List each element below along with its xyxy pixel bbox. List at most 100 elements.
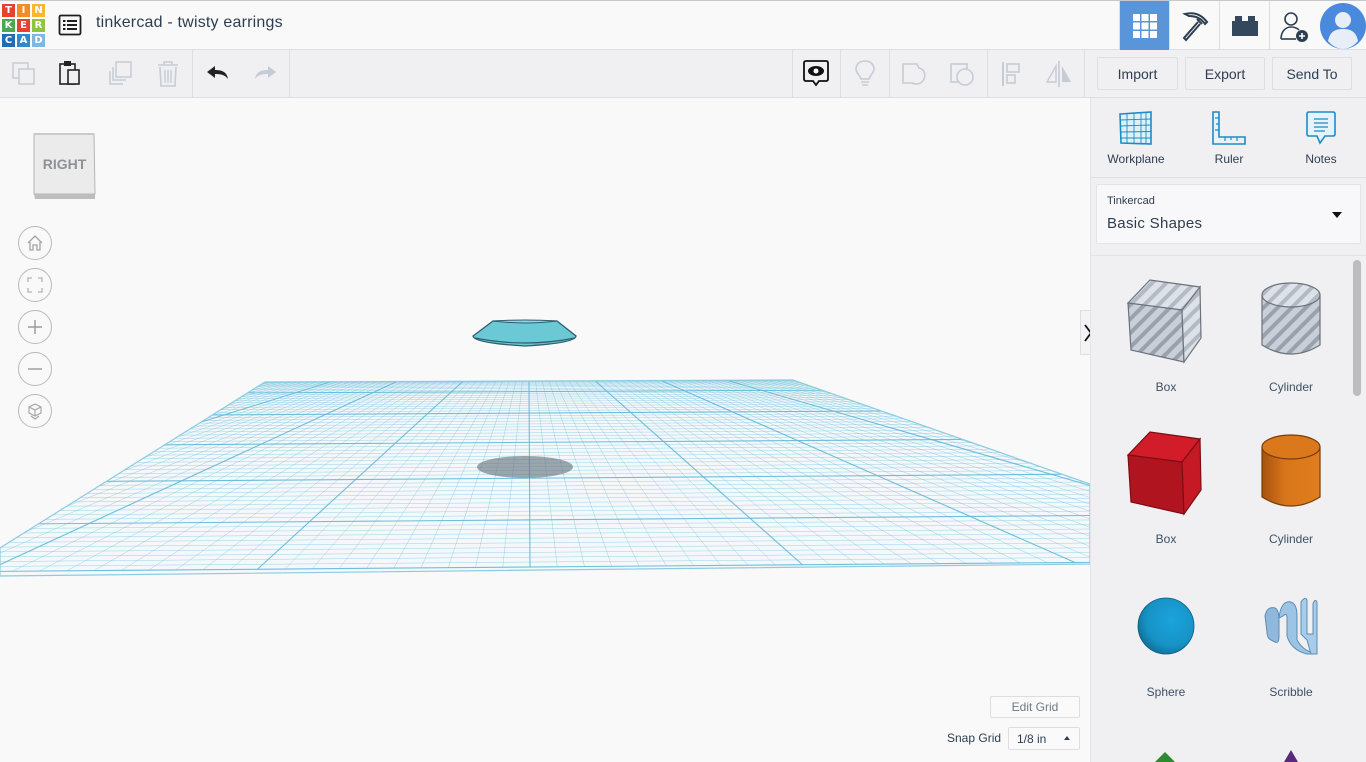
fit-view-button[interactable]: [18, 268, 52, 302]
edit-grid-button[interactable]: Edit Grid: [990, 696, 1080, 718]
shape-label: Sphere: [1146, 685, 1186, 699]
view-cube[interactable]: RIGHT: [32, 132, 97, 200]
bricks-view-button[interactable]: [1219, 1, 1269, 50]
grid-icon: [1132, 13, 1157, 38]
logo-letter: R: [31, 18, 46, 33]
shape-box[interactable]: Box: [1111, 408, 1221, 548]
delete-button[interactable]: [144, 50, 192, 97]
workplane-canvas[interactable]: RIGHT Edit Grid Snap Grid 1/8 in: [0, 98, 1090, 762]
user-add-icon: [1279, 11, 1308, 42]
logo-letter: D: [31, 33, 46, 48]
import-button[interactable]: Import: [1097, 57, 1178, 90]
snap-grid-value: 1/8 in: [1017, 731, 1047, 746]
workplane-grid[interactable]: [0, 98, 1090, 762]
ruler-tool[interactable]: Ruler: [1189, 110, 1269, 174]
mirror-button[interactable]: [1035, 50, 1083, 97]
redo-button[interactable]: [241, 50, 289, 97]
toolbar-divider: [1084, 50, 1085, 97]
shape-cylinder[interactable]: Cylinder: [1236, 408, 1346, 548]
redo-icon: [255, 65, 276, 79]
workplane-tool[interactable]: Workplane: [1096, 110, 1176, 174]
ruler-label: Ruler: [1214, 152, 1244, 166]
home-view-button[interactable]: [18, 226, 52, 260]
twisty-earring-object[interactable]: [472, 319, 577, 347]
box-hole-icon: [1126, 279, 1202, 364]
logo-letter: K: [1, 18, 16, 33]
3d-design-view-button[interactable]: [1119, 1, 1169, 50]
ungroup-icon: [950, 62, 974, 86]
scribble-icon: [1264, 597, 1318, 655]
object-shadow: [477, 456, 573, 478]
shape-label: Cylinder: [1268, 380, 1313, 394]
shapes-panel: Workplane Ruler Notes Tinkercad Basic Sh…: [1090, 98, 1366, 762]
perspective-toggle-button[interactable]: [18, 394, 52, 428]
list-icon: [58, 14, 82, 36]
shape-cylinder-hole[interactable]: Cylinder: [1236, 256, 1346, 396]
library-value: Basic Shapes: [1107, 215, 1203, 232]
perspective-icon: [28, 403, 42, 420]
design-menu-button[interactable]: [58, 13, 82, 37]
shapes-grid: Box Cylinder Box Cylinder Sphere Scribbl…: [1091, 255, 1366, 762]
invite-user-button[interactable]: [1269, 1, 1319, 50]
eye-bubble-icon: [803, 59, 829, 86]
undo-button[interactable]: [194, 50, 242, 97]
cylinder-hole-icon: [1261, 282, 1321, 355]
avatar-icon: [1319, 2, 1366, 49]
copy-icon: [12, 61, 35, 85]
shape-sphere[interactable]: Sphere: [1111, 561, 1221, 701]
cylinder-icon: [1261, 434, 1321, 507]
shape-box-hole[interactable]: Box: [1111, 256, 1221, 396]
shape-roof-peek[interactable]: [1155, 752, 1175, 762]
paste-button[interactable]: [46, 50, 94, 97]
shape-library-select[interactable]: Tinkercad Basic Shapes: [1096, 184, 1361, 244]
ungroup-button[interactable]: [938, 50, 986, 97]
zoom-in-icon: [28, 320, 42, 334]
align-button[interactable]: [988, 50, 1036, 97]
ruler-icon: [1212, 111, 1246, 145]
sphere-icon: [1137, 597, 1195, 655]
panel-tools: Workplane Ruler Notes: [1091, 98, 1366, 178]
home-icon: [27, 235, 43, 251]
pickaxe-icon: [1181, 11, 1208, 41]
tinkercad-logo[interactable]: TINKERCAD: [1, 3, 46, 48]
export-button[interactable]: Export: [1185, 57, 1265, 90]
workplane-icon: [1119, 111, 1152, 145]
group-button[interactable]: [890, 50, 938, 97]
send-to-button[interactable]: Send To: [1272, 57, 1352, 90]
workplane-label: Workplane: [1107, 152, 1165, 166]
shapes-scrollbar[interactable]: [1353, 260, 1361, 396]
zoom-out-button[interactable]: [18, 352, 52, 386]
notes-icon: [1306, 111, 1336, 145]
logo-letter: T: [1, 3, 16, 18]
logo-letter: C: [1, 33, 16, 48]
snap-grid-select[interactable]: 1/8 in: [1008, 727, 1080, 750]
toolbar-divider: [289, 50, 290, 97]
logo-letter: E: [16, 18, 31, 33]
zoom-out-icon: [28, 368, 42, 370]
paste-icon: [59, 60, 80, 85]
caret-down-icon: [1332, 212, 1342, 218]
notes-tool[interactable]: Notes: [1281, 110, 1361, 174]
show-all-button[interactable]: [792, 50, 840, 97]
notes-label: Notes: [1305, 152, 1337, 166]
shape-label: Cylinder: [1268, 532, 1313, 546]
brick-icon: [1231, 15, 1258, 36]
design-title[interactable]: tinkercad - twisty earrings: [96, 14, 283, 32]
top-bar: TINKERCAD tinkercad - twisty earrings: [0, 0, 1366, 50]
mirror-icon: [1045, 60, 1071, 87]
hint-button[interactable]: [841, 50, 889, 97]
copy-button[interactable]: [0, 50, 48, 97]
shape-scribble[interactable]: Scribble: [1236, 561, 1346, 701]
shape-label: Scribble: [1269, 685, 1313, 699]
shape-label: Box: [1155, 532, 1177, 546]
codeblocks-view-button[interactable]: [1169, 1, 1219, 50]
lightbulb-icon: [855, 59, 875, 86]
zoom-in-button[interactable]: [18, 310, 52, 344]
trash-icon: [158, 60, 178, 87]
view-cube-face-label: RIGHT: [42, 156, 87, 172]
profile-avatar[interactable]: [1319, 1, 1366, 50]
duplicate-button[interactable]: [96, 50, 144, 97]
main-toolbar: Import Export Send To: [0, 50, 1366, 98]
logo-letter: I: [16, 3, 31, 18]
shape-cone-peek[interactable]: [1284, 750, 1298, 762]
